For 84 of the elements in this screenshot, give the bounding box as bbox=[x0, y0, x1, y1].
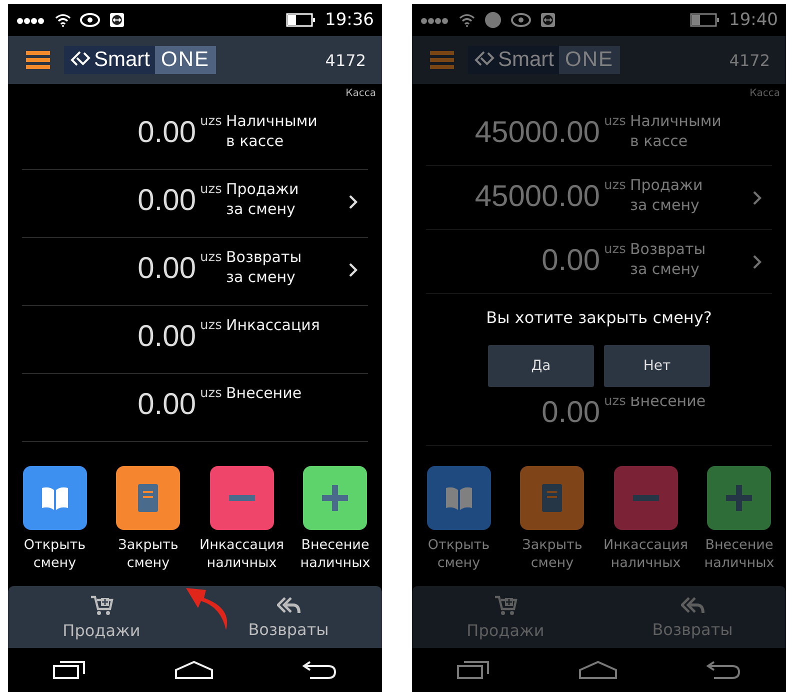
action-label: Закрыть смену bbox=[522, 536, 582, 572]
currency-label: uzs bbox=[199, 385, 223, 401]
amount-value: 0.00 bbox=[136, 319, 196, 354]
row-label: Продажи за смену bbox=[226, 179, 300, 219]
clock-time: 19:40 bbox=[729, 10, 778, 30]
row-label: Внесение bbox=[630, 391, 707, 411]
app-logo: Smart ONE bbox=[64, 46, 216, 74]
home-icon[interactable] bbox=[174, 660, 214, 680]
back-icon[interactable] bbox=[302, 660, 338, 680]
amount-value: 0.00 bbox=[136, 387, 196, 422]
row-label: Продажи за смену bbox=[630, 175, 704, 215]
action-tile[interactable] bbox=[707, 466, 772, 530]
recent-apps-icon[interactable] bbox=[52, 660, 86, 680]
action-tile[interactable] bbox=[426, 466, 491, 530]
currency-label: uzs bbox=[199, 249, 223, 265]
wifi-icon bbox=[459, 14, 475, 26]
signal-icon bbox=[16, 15, 46, 25]
book-icon bbox=[540, 483, 564, 513]
currency-label: uzs bbox=[603, 177, 627, 193]
dialog-question: Вы хотите закрыть смену? bbox=[486, 308, 712, 327]
currency-label: uzs bbox=[199, 181, 223, 197]
chevron-icon[interactable] bbox=[348, 194, 358, 210]
book-icon bbox=[136, 483, 160, 513]
action-label: Внесение наличных bbox=[300, 536, 370, 572]
amount-value: 0.00 bbox=[136, 183, 196, 218]
action-label: Внесение наличных bbox=[704, 536, 774, 572]
amount-value: 0.00 bbox=[540, 243, 600, 278]
action-label: Открыть смену bbox=[428, 536, 490, 572]
row-label: Возвраты за смену bbox=[226, 247, 303, 287]
bottom-tab[interactable]: Возвраты bbox=[195, 586, 382, 648]
dialog-button[interactable]: Да bbox=[488, 345, 594, 387]
terminal-number: 4172 bbox=[325, 50, 366, 70]
amount-value: 45000.00 bbox=[474, 115, 600, 150]
cart-icon bbox=[494, 594, 518, 616]
menu-icon[interactable] bbox=[26, 50, 50, 70]
action-tile[interactable] bbox=[210, 466, 274, 530]
reply-all-icon bbox=[276, 596, 300, 616]
minus-icon bbox=[632, 495, 659, 501]
currency-label: uzs bbox=[199, 113, 223, 129]
wifi-icon bbox=[55, 14, 71, 26]
app-logo: Smart ONE bbox=[468, 46, 620, 74]
action-label: Инкассация наличных bbox=[603, 536, 688, 572]
open-book-icon bbox=[40, 485, 70, 511]
row-label: Возвраты за смену bbox=[630, 239, 707, 279]
plus-icon bbox=[322, 485, 348, 511]
battery-icon bbox=[286, 13, 316, 27]
terminal-number: 4172 bbox=[729, 50, 770, 70]
amount-value: 0.00 bbox=[136, 251, 196, 286]
amount-value: 0.00 bbox=[136, 115, 196, 150]
eye-icon bbox=[80, 13, 100, 27]
reply-all-icon bbox=[680, 596, 704, 616]
currency-label: uzs bbox=[199, 317, 223, 333]
signal-icon bbox=[420, 15, 450, 25]
currency-label: uzs bbox=[603, 393, 627, 409]
action-label: Инкассация наличных bbox=[199, 536, 284, 572]
remote-control-icon bbox=[540, 12, 556, 28]
cart-icon bbox=[90, 594, 114, 616]
action-tile[interactable] bbox=[22, 466, 87, 530]
row-label: Наличными в кассе bbox=[630, 111, 722, 151]
bottom-tab[interactable]: Продажи bbox=[8, 586, 195, 648]
remote-control-icon bbox=[109, 12, 125, 28]
section-caption: Касса bbox=[750, 88, 780, 101]
action-tile[interactable] bbox=[303, 466, 368, 530]
action-label: Закрыть смену bbox=[118, 536, 178, 572]
row-label: Инкассация bbox=[226, 315, 321, 335]
action-tile[interactable] bbox=[614, 466, 678, 530]
minus-icon bbox=[228, 495, 255, 501]
section-caption: Касса bbox=[346, 88, 376, 101]
action-tile[interactable] bbox=[116, 466, 180, 530]
plus-icon bbox=[726, 485, 752, 511]
currency-label: uzs bbox=[603, 113, 627, 129]
dialog-button[interactable]: Нет bbox=[604, 345, 710, 387]
action-label: Открыть смену bbox=[24, 536, 86, 572]
row-label: Внесение bbox=[226, 383, 303, 403]
amount-value: 45000.00 bbox=[474, 179, 600, 214]
battery-icon bbox=[690, 13, 720, 27]
open-book-icon bbox=[444, 485, 474, 511]
currency-label: uzs bbox=[603, 241, 627, 257]
amount-value: 0.00 bbox=[540, 395, 600, 430]
eye-icon bbox=[511, 13, 531, 27]
clock-time: 19:36 bbox=[325, 10, 374, 30]
chevron-icon[interactable] bbox=[348, 262, 358, 278]
row-label: Наличными в кассе bbox=[226, 111, 318, 151]
action-tile[interactable] bbox=[520, 466, 584, 530]
